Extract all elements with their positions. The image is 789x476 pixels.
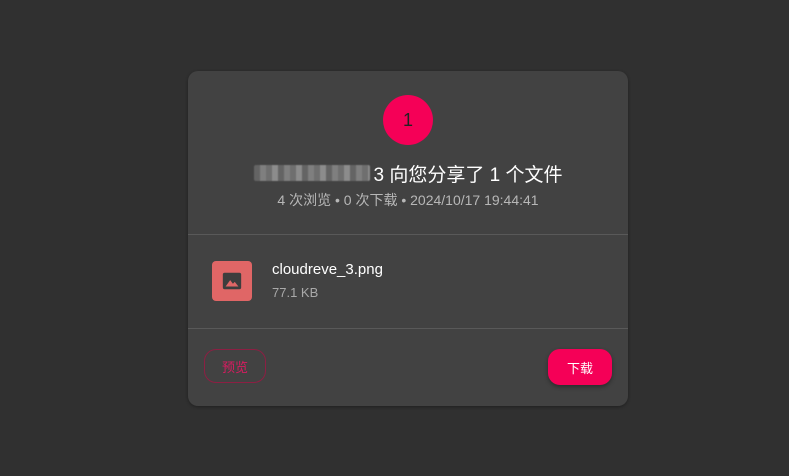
share-title-text: 3 向您分享了 1 个文件 [373, 164, 563, 186]
share-card: 1 3 向您分享了 1 个文件 4 次浏览 • 0 次下载 • 2024/10/… [188, 71, 628, 406]
share-meta: 4 次浏览 • 0 次下载 • 2024/10/17 19:44:41 [277, 192, 539, 208]
image-icon [212, 261, 252, 301]
divider-bottom [188, 328, 628, 329]
file-name: cloudreve_3.png [272, 261, 383, 278]
download-button[interactable]: 下载 [548, 349, 612, 385]
file-list-item[interactable]: cloudreve_3.png 77.1 KB [188, 235, 628, 328]
blurred-username [253, 165, 370, 181]
avatar: 1 [383, 95, 433, 145]
file-size: 77.1 KB [272, 285, 319, 300]
avatar-initial: 1 [402, 109, 413, 130]
share-page: 1 3 向您分享了 1 个文件 4 次浏览 • 0 次下载 • 2024/10/… [0, 0, 789, 476]
share-title: 3 向您分享了 1 个文件 [188, 160, 628, 186]
preview-button[interactable]: 预览 [204, 349, 266, 383]
